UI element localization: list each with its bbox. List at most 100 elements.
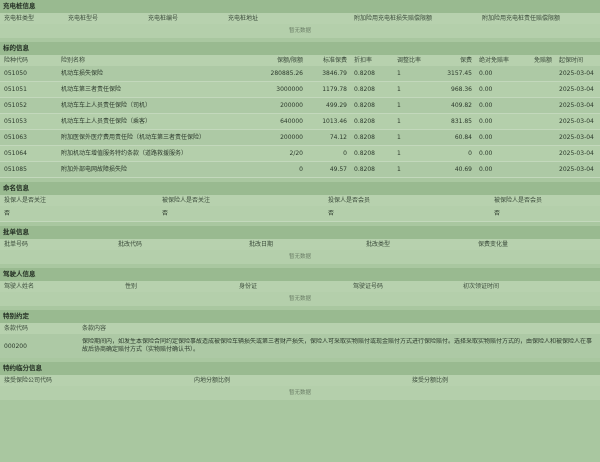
table-cell: 0.8208 bbox=[354, 70, 375, 77]
table-cell: 74.12 bbox=[329, 134, 347, 141]
table-cell: 附加外部电网故障损失险 bbox=[61, 166, 128, 173]
table-cell: 0.00 bbox=[479, 86, 493, 93]
table-cell: 0.00 bbox=[479, 150, 493, 157]
coinsurance-section: 特约临分信息 接受保险公司代码 内地分额比例 接受分额比例 暂无数据 bbox=[0, 362, 600, 400]
column-header: 保费变化量 bbox=[478, 241, 509, 248]
table-cell: 0.00 bbox=[479, 134, 493, 141]
table-cell: 1179.78 bbox=[322, 86, 347, 93]
table-cell: 2025-03-04 bbox=[559, 118, 594, 125]
table-row: 051051 机动车第三者责任保险 3000000 1179.78 0.8208 1 968… bbox=[0, 82, 600, 98]
table-cell: 机动车车上人员责任保险（乘客） bbox=[61, 118, 152, 125]
table-cell: 2025-03-04 bbox=[559, 166, 594, 173]
table-cell: 051052 bbox=[4, 102, 27, 109]
table-cell: 1 bbox=[397, 118, 401, 125]
approval-section: 批单信息 批单号码 批改代码 批改日期 批改类型 保费变化量 暂无数据 bbox=[0, 226, 600, 264]
table-header: 投保人是否关注 被保险人是否关注 投保人是否会员 被保险人是否会员 bbox=[0, 195, 600, 206]
column-header: 接受分额比例 bbox=[412, 377, 449, 384]
table-cell: 0.00 bbox=[479, 70, 493, 77]
table-cell bbox=[517, 98, 555, 113]
column-header: 折扣率 bbox=[354, 57, 373, 64]
table-cell: 1 bbox=[397, 70, 401, 77]
table-cell: 0 bbox=[343, 150, 347, 157]
table-cell: 968.36 bbox=[451, 86, 472, 93]
column-header: 身份证 bbox=[239, 283, 258, 290]
table-cell: 2025-03-04 bbox=[559, 134, 594, 141]
table-cell: 机动车车上人员责任保险（司机） bbox=[61, 102, 152, 109]
special-agreement-section: 特别约定 条款代码 条款内容 000200 保险期间内，如发生本保险合同约定保险… bbox=[0, 310, 600, 358]
table-cell: 0.00 bbox=[479, 102, 493, 109]
table-cell: 0 bbox=[468, 150, 472, 157]
section-title: 特别约定 bbox=[0, 310, 600, 323]
empty-state: 暂无数据 bbox=[0, 24, 600, 38]
column-header: 投保人是否会员 bbox=[328, 197, 371, 204]
table-cell bbox=[517, 82, 555, 97]
cell-value: 否 bbox=[162, 210, 169, 217]
column-header: 驾驶人姓名 bbox=[4, 283, 35, 290]
column-header: 被保险人是否关注 bbox=[162, 197, 211, 204]
column-header: 被保险人是否会员 bbox=[494, 197, 543, 204]
column-header: 驾驶证号码 bbox=[353, 283, 384, 290]
table-row: 051050 机动车损失保险 280885.26 3846.79 0.8208 1 3157… bbox=[0, 66, 600, 82]
table-cell: 409.82 bbox=[451, 102, 472, 109]
column-header: 免赔额 bbox=[533, 57, 552, 64]
table-cell: 3000000 bbox=[276, 86, 303, 93]
empty-state: 暂无数据 bbox=[0, 386, 600, 400]
column-header: 险种代码 bbox=[4, 57, 29, 64]
table-cell: 1 bbox=[397, 134, 401, 141]
column-header: 接受保险公司代码 bbox=[4, 377, 53, 384]
column-header: 充电桩型号 bbox=[68, 15, 99, 22]
driver-section: 驾驶人信息 驾驶人姓名 性别 身份证 驾驶证号码 初次领证时间 暂无数据 bbox=[0, 268, 600, 306]
table-cell: 1 bbox=[397, 86, 401, 93]
section-title: 批单信息 bbox=[0, 226, 600, 239]
column-header: 性别 bbox=[125, 283, 138, 290]
table-cell: 051085 bbox=[4, 166, 27, 173]
empty-state: 暂无数据 bbox=[0, 250, 600, 264]
table-cell: 051053 bbox=[4, 118, 27, 125]
table-cell: 60.84 bbox=[454, 134, 472, 141]
column-header: 绝对免赔率 bbox=[479, 57, 510, 64]
column-header: 附加险用充电桩责任赔偿限额 bbox=[482, 15, 561, 22]
table-header: 驾驶人姓名 性别 身份证 驾驶证号码 初次领证时间 bbox=[0, 281, 600, 292]
column-header: 批改日期 bbox=[249, 241, 274, 248]
section-title: 驾驶人信息 bbox=[0, 268, 600, 281]
table-cell: 0.8208 bbox=[354, 102, 375, 109]
column-header: 内地分额比例 bbox=[194, 377, 231, 384]
table-cell: 831.85 bbox=[451, 118, 472, 125]
table-cell: 2025-03-04 bbox=[559, 102, 594, 109]
table-cell: 1 bbox=[397, 102, 401, 109]
table-cell: 051050 bbox=[4, 70, 27, 77]
section-title: 命名信息 bbox=[0, 182, 600, 195]
clause-code: 000200 bbox=[4, 342, 27, 350]
cell-value: 否 bbox=[328, 210, 335, 217]
table-header: 接受保险公司代码 内地分额比例 接受分额比例 bbox=[0, 375, 600, 386]
table-cell: 051064 bbox=[4, 150, 27, 157]
table-cell: 3157.45 bbox=[447, 70, 472, 77]
table-cell: 1013.46 bbox=[322, 118, 347, 125]
column-header: 条款代码 bbox=[4, 325, 29, 332]
column-header: 充电桩编号 bbox=[148, 15, 179, 22]
table-cell: 499.29 bbox=[326, 102, 347, 109]
column-header: 险别名称 bbox=[61, 57, 86, 64]
table-cell: 附加医保外医疗费用责任险（机动车第三者责任保险） bbox=[61, 134, 206, 141]
table-cell: 0.8208 bbox=[354, 166, 375, 173]
table-cell: 机动车第三者责任保险 bbox=[61, 86, 122, 93]
clause-content: 保险期间内，如发生本保险合同约定保险事故造成被保险车辆损失或第三者财产损失，保险… bbox=[82, 338, 593, 353]
table-cell: 0.00 bbox=[479, 166, 493, 173]
column-header: 调整比率 bbox=[397, 57, 422, 64]
table-cell: 2025-03-04 bbox=[559, 150, 594, 157]
column-header: 批改代码 bbox=[118, 241, 143, 248]
table-cell: 640000 bbox=[280, 118, 303, 125]
table-cell bbox=[517, 146, 555, 161]
table-cell: 0.8208 bbox=[354, 134, 375, 141]
section-title: 特约临分信息 bbox=[0, 362, 600, 375]
table-header: 条款代码 条款内容 bbox=[0, 323, 600, 334]
table-cell: 机动车损失保险 bbox=[61, 70, 104, 77]
column-header: 批单号码 bbox=[4, 241, 29, 248]
column-header: 充电桩类型 bbox=[4, 15, 35, 22]
table-cell: 200000 bbox=[280, 102, 303, 109]
column-header: 起保时间 bbox=[559, 57, 584, 64]
table-row: 051085 附加外部电网故障损失险 0 49.57 0.8208 1 40.69 0.00 2… bbox=[0, 162, 600, 178]
table-cell: 1 bbox=[397, 166, 401, 173]
section-title: 标的信息 bbox=[0, 42, 600, 55]
column-header: 充电桩地址 bbox=[228, 15, 259, 22]
